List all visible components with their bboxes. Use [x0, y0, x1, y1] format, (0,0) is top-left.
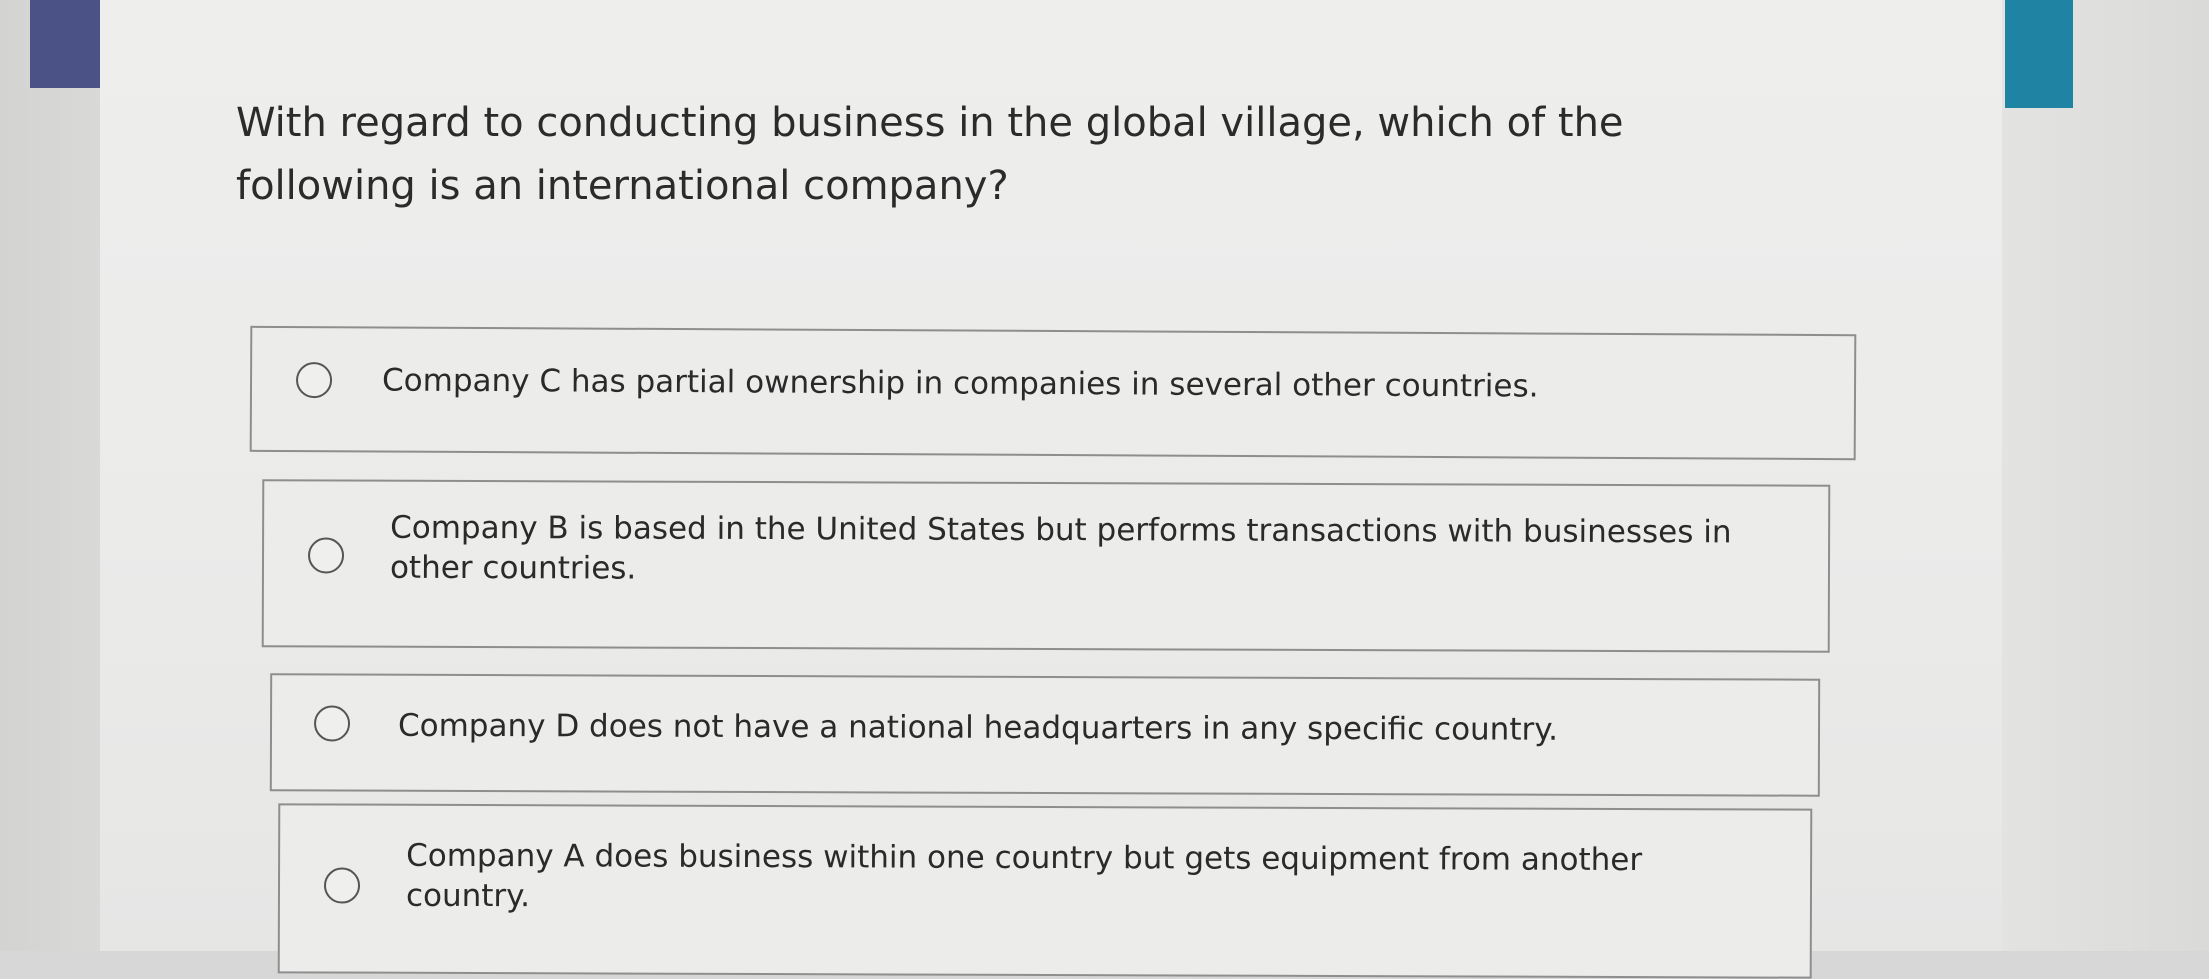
question-text: With regard to conducting business in th…: [236, 100, 1624, 209]
answer-option-d[interactable]: Company D does not have a national headq…: [269, 673, 1821, 797]
right-margin: [2002, 0, 2209, 951]
left-accent-bar: [30, 0, 102, 88]
left-margin: [0, 0, 100, 951]
option-label: Company A does business within one count…: [405, 837, 1643, 915]
right-accent-bar: [2005, 0, 2073, 108]
option-label: Company D does not have a national headq…: [397, 707, 1559, 748]
option-label: Company C has partial ownership in compa…: [381, 362, 1539, 405]
answer-option-b[interactable]: Company B is based in the United States …: [261, 479, 1831, 653]
answer-option-a[interactable]: Company A does business within one count…: [277, 803, 1813, 979]
option-label: Company B is based in the United States …: [389, 509, 1732, 587]
radio-button[interactable]: [323, 867, 361, 904]
radio-button[interactable]: [295, 362, 333, 399]
radio-button[interactable]: [307, 537, 345, 574]
answer-option-c[interactable]: Company C has partial ownership in compa…: [249, 325, 1857, 461]
radio-button[interactable]: [313, 705, 351, 742]
